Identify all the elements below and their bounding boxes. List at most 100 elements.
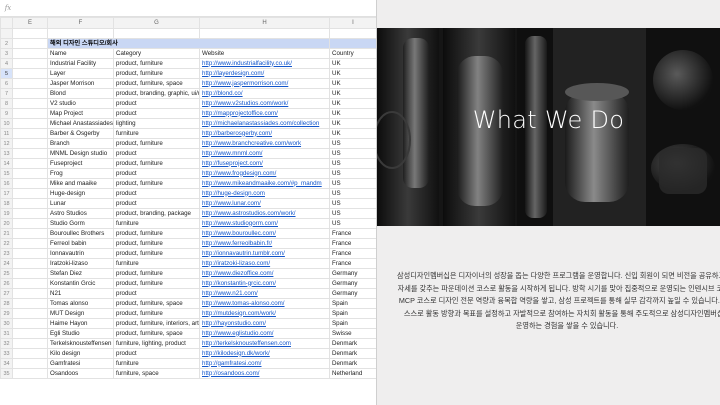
category-cell[interactable]: product, furniture	[113, 68, 200, 79]
category-cell[interactable]: furniture	[113, 358, 200, 369]
column-header-e[interactable]: E	[12, 17, 48, 29]
category-cell[interactable]: product, furniture, space	[113, 328, 200, 339]
row-number[interactable]: 3	[0, 48, 13, 59]
country-cell[interactable]: UK	[329, 88, 376, 99]
row-number[interactable]: 6	[0, 78, 13, 89]
category-cell[interactable]: product, furniture	[113, 268, 200, 279]
website-link[interactable]: http://kilodesign.dk/work/	[199, 348, 330, 359]
category-cell[interactable]: product, branding, package	[113, 208, 200, 219]
name-cell[interactable]: Tomas alonso	[47, 298, 114, 309]
row-number[interactable]: 11	[0, 128, 13, 139]
website-link[interactable]: http://iratzoki-lizaso.com/	[199, 258, 330, 269]
website-link[interactable]: http://www.v2studios.com/work/	[199, 98, 330, 109]
category-cell[interactable]: product, furniture	[113, 138, 200, 149]
name-cell[interactable]: Ionnavautrin	[47, 248, 114, 259]
website-link[interactable]: http://www.lunar.com/	[199, 198, 330, 209]
row-number[interactable]: 13	[0, 148, 13, 159]
row-number[interactable]: 17	[0, 188, 13, 199]
country-cell[interactable]: UK	[329, 68, 376, 79]
name-cell[interactable]: N21	[47, 288, 114, 299]
name-cell[interactable]: Michael Anastassiades	[47, 118, 114, 129]
name-cell[interactable]: Frog	[47, 168, 114, 179]
row-number[interactable]: 8	[0, 98, 13, 109]
column-header-f[interactable]: F	[47, 17, 114, 29]
category-cell[interactable]: product, furniture	[113, 278, 200, 289]
row-number[interactable]: 7	[0, 88, 13, 99]
row-number[interactable]: 26	[0, 278, 13, 289]
category-cell[interactable]: product, furniture, space	[113, 78, 200, 89]
website-link[interactable]: http://barberosgerby.com/	[199, 128, 330, 139]
column-header-h[interactable]: H	[199, 17, 330, 29]
row-number[interactable]: 24	[0, 258, 13, 269]
website-link[interactable]: http://osandoos.com/	[199, 368, 330, 379]
category-cell[interactable]: product	[113, 188, 200, 199]
website-link[interactable]: http://www.jaspermorrison.com/	[199, 78, 330, 89]
name-cell[interactable]: Osandoos	[47, 368, 114, 379]
category-cell[interactable]: product	[113, 168, 200, 179]
category-cell[interactable]: furniture	[113, 128, 200, 139]
website-link[interactable]: http://terkelsknousteffensen.com	[199, 338, 330, 349]
row-number[interactable]: 30	[0, 318, 13, 329]
country-cell[interactable]: France	[329, 258, 376, 269]
name-cell[interactable]: MNML Design studio	[47, 148, 114, 159]
name-cell[interactable]: Barber & Osgerby	[47, 128, 114, 139]
country-cell[interactable]: France	[329, 228, 376, 239]
website-link[interactable]: http://www.mikeandmaaike.com/#p_mandm	[199, 178, 330, 189]
name-cell[interactable]: Layer	[47, 68, 114, 79]
category-cell[interactable]: product, furniture	[113, 178, 200, 189]
name-cell[interactable]: MUT Design	[47, 308, 114, 319]
name-cell[interactable]: V2 studio	[47, 98, 114, 109]
country-cell[interactable]: Spain	[329, 298, 376, 309]
row-number[interactable]	[0, 28, 13, 39]
country-cell[interactable]: Germany	[329, 278, 376, 289]
name-cell[interactable]: Kilo design	[47, 348, 114, 359]
row-number[interactable]: 16	[0, 178, 13, 189]
country-cell[interactable]: Netherland	[329, 368, 376, 379]
country-cell[interactable]: France	[329, 248, 376, 259]
country-cell[interactable]: Denmark	[329, 358, 376, 369]
country-cell[interactable]: US	[329, 148, 376, 159]
row-number[interactable]: 14	[0, 158, 13, 169]
website-link[interactable]: http://konstantin-grcic.com/	[199, 278, 330, 289]
row-number[interactable]: 9	[0, 108, 13, 119]
column-title-category-cell[interactable]: Category	[113, 48, 200, 59]
column-title-name-cell[interactable]: Name	[47, 48, 114, 59]
website-link[interactable]: http://michaelanastassiades.com/collecti…	[199, 118, 330, 129]
website-link[interactable]: http://mutdesign.com/work/	[199, 308, 330, 319]
column-header-i[interactable]: I	[329, 17, 376, 29]
country-cell[interactable]: UK	[329, 118, 376, 129]
website-link[interactable]: http://www.bouroullec.com/	[199, 228, 330, 239]
country-cell[interactable]: US	[329, 178, 376, 189]
category-cell[interactable]: product, furniture	[113, 248, 200, 259]
row-number[interactable]: 31	[0, 328, 13, 339]
name-cell[interactable]: Industrial Facility	[47, 58, 114, 69]
category-cell[interactable]: furniture	[113, 218, 200, 229]
country-cell[interactable]: Spain	[329, 318, 376, 329]
category-cell[interactable]: product	[113, 108, 200, 119]
row-number[interactable]: 2	[0, 38, 13, 49]
sheet-title[interactable]: 해외 디자인 스튜디오/회사	[47, 38, 330, 49]
row-number[interactable]: 4	[0, 58, 13, 69]
row-number[interactable]: 20	[0, 218, 13, 229]
website-link[interactable]: http://www.astrostudios.com/work/	[199, 208, 330, 219]
country-cell[interactable]: Denmark	[329, 348, 376, 359]
row-number[interactable]: 19	[0, 208, 13, 219]
row-number[interactable]: 12	[0, 138, 13, 149]
category-cell[interactable]: product, furniture	[113, 58, 200, 69]
name-cell[interactable]: Terkelsknousteffensen	[47, 338, 114, 349]
website-link[interactable]: http://mapprojectoffice.com/	[199, 108, 330, 119]
row-number[interactable]: 32	[0, 338, 13, 349]
website-link[interactable]: http://ionnavautrin.tumblr.com/	[199, 248, 330, 259]
website-link[interactable]: http://www.tomas-alonso.com/	[199, 298, 330, 309]
category-cell[interactable]: product, furniture, space	[113, 298, 200, 309]
category-cell[interactable]: product	[113, 148, 200, 159]
name-cell[interactable]: Egli Studio	[47, 328, 114, 339]
name-cell[interactable]: Huge-design	[47, 188, 114, 199]
name-cell[interactable]: Lunar	[47, 198, 114, 209]
column-header-g[interactable]: G	[113, 17, 200, 29]
website-link[interactable]: http://hayonstudio.com/	[199, 318, 330, 329]
column-title-website-link[interactable]: Website	[199, 48, 330, 59]
name-cell[interactable]: Studio Gorm	[47, 218, 114, 229]
country-cell[interactable]: US	[329, 198, 376, 209]
name-cell[interactable]: Konstantin Grcic	[47, 278, 114, 289]
